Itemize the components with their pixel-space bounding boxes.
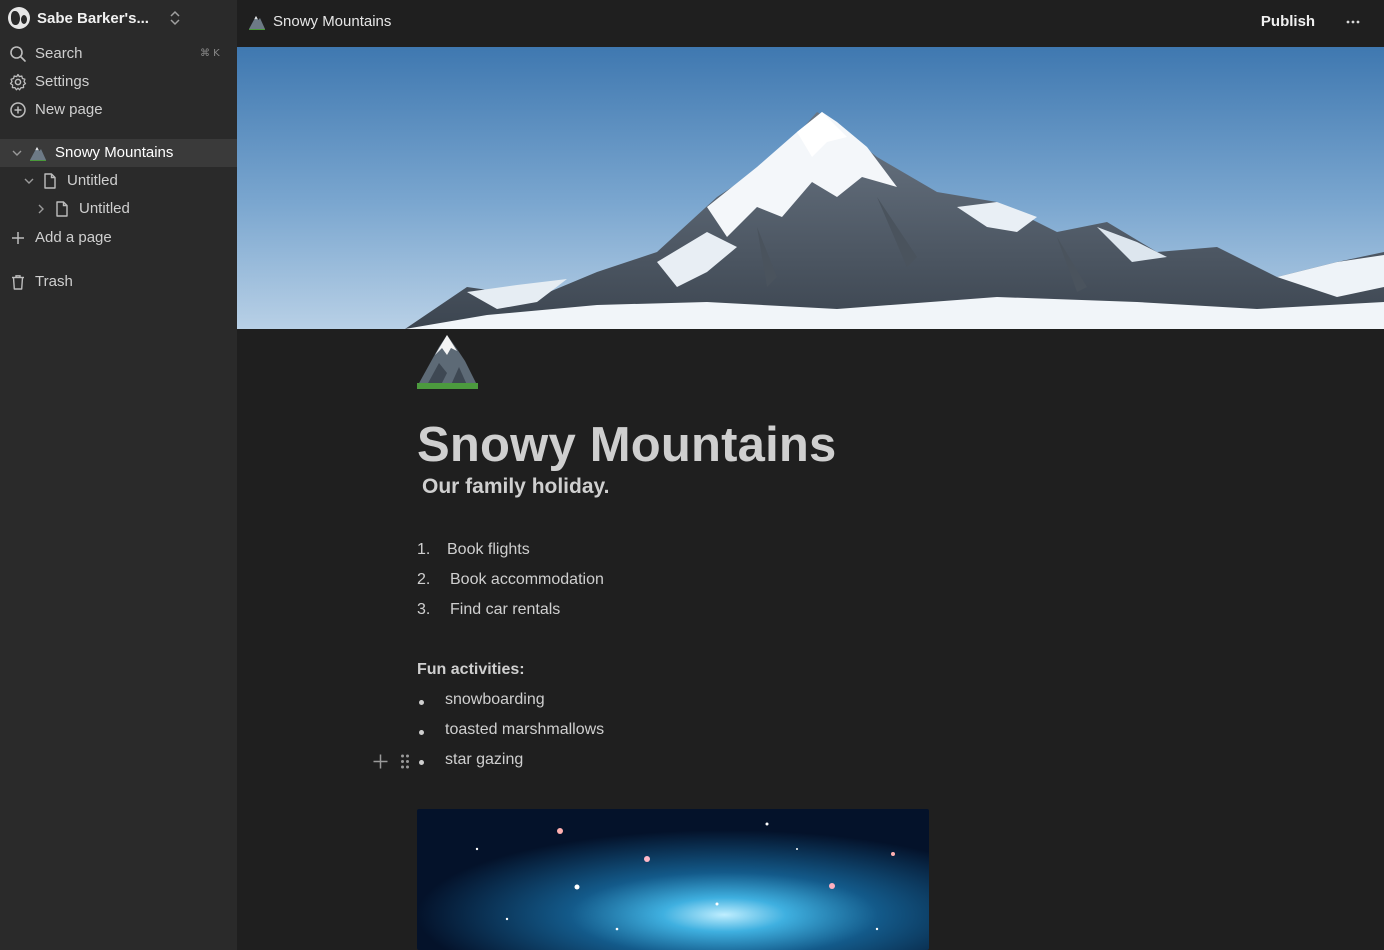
tree-item-label: Untitled bbox=[67, 172, 118, 189]
activities-heading[interactable]: Fun activities: bbox=[417, 661, 525, 679]
bullet-list-item[interactable]: snowboarding bbox=[417, 691, 667, 715]
page-icon bbox=[56, 201, 68, 217]
bullet-list-item[interactable]: star gazing bbox=[417, 751, 667, 775]
workspace-avatar bbox=[8, 7, 30, 29]
workspace-name: Sabe Barker's... bbox=[37, 9, 149, 27]
list-number: 2. bbox=[417, 571, 431, 588]
breadcrumb[interactable]: Snowy Mountains bbox=[273, 13, 391, 30]
top-bar: Snowy Mountains Publish bbox=[237, 0, 1384, 47]
chevron-up-down-icon bbox=[170, 10, 180, 26]
plus-icon bbox=[12, 232, 24, 244]
tree-item-label: Untitled bbox=[79, 200, 130, 217]
add-block-icon[interactable] bbox=[372, 753, 389, 770]
cover-image[interactable] bbox=[237, 47, 1384, 329]
plus-circle-icon bbox=[10, 102, 26, 118]
gear-icon bbox=[9, 73, 27, 91]
mountain-icon bbox=[30, 147, 46, 161]
mountain-icon bbox=[249, 16, 265, 30]
tree-item-untitled-child[interactable]: Untitled bbox=[0, 195, 237, 223]
bullet-dot bbox=[419, 760, 424, 765]
page-icon bbox=[44, 173, 56, 189]
chevron-right-icon[interactable] bbox=[35, 203, 47, 215]
search-icon bbox=[10, 46, 26, 62]
bullet-list-item[interactable]: toasted marshmallows bbox=[417, 721, 667, 745]
sidebar-add-page[interactable]: Add a page bbox=[0, 223, 237, 251]
list-number: 1. bbox=[417, 541, 431, 558]
add-page-label: Add a page bbox=[35, 228, 112, 246]
page-title[interactable]: Snowy Mountains bbox=[417, 417, 837, 473]
chevron-down-icon[interactable] bbox=[23, 175, 35, 187]
trash-icon bbox=[12, 275, 24, 290]
page-emoji-mountain-icon[interactable] bbox=[417, 333, 478, 389]
galaxy-image[interactable] bbox=[417, 809, 929, 950]
numbered-list-item[interactable]: 1. Book flights bbox=[417, 541, 667, 565]
settings-label: Settings bbox=[35, 72, 90, 90]
search-label: Search bbox=[35, 44, 83, 62]
list-number: 3. bbox=[417, 601, 431, 618]
list-item-text: Find car rentals bbox=[450, 601, 561, 618]
list-item-text: snowboarding bbox=[445, 691, 545, 708]
bullet-dot bbox=[419, 730, 424, 735]
sidebar-trash[interactable]: Trash bbox=[0, 267, 237, 295]
sidebar-settings[interactable]: Settings bbox=[0, 67, 237, 95]
list-item-text: Book flights bbox=[447, 541, 530, 558]
page-subtitle[interactable]: Our family holiday. bbox=[422, 475, 609, 499]
sidebar: Sabe Barker's... Search ⌘ K Settings New… bbox=[0, 0, 237, 950]
workspace-switcher[interactable]: Sabe Barker's... bbox=[0, 0, 237, 36]
trash-label: Trash bbox=[35, 272, 73, 290]
tree-item-snowy-mountains[interactable]: Snowy Mountains bbox=[0, 139, 237, 167]
tree-item-label: Snowy Mountains bbox=[55, 144, 174, 161]
drag-handle-icon[interactable] bbox=[399, 753, 411, 770]
bullet-dot bbox=[419, 700, 424, 705]
list-item-text: toasted marshmallows bbox=[445, 721, 605, 738]
list-item-text: star gazing bbox=[445, 751, 524, 768]
chevron-down-icon[interactable] bbox=[11, 147, 23, 159]
numbered-list-item[interactable]: 3. Find car rentals bbox=[417, 601, 667, 625]
sidebar-new-page[interactable]: New page bbox=[0, 95, 237, 123]
search-shortcut: ⌘ K bbox=[200, 47, 220, 59]
sidebar-search[interactable]: Search ⌘ K bbox=[0, 39, 237, 67]
list-item-text: Book accommodation bbox=[450, 571, 604, 588]
more-horizontal-icon[interactable] bbox=[1342, 9, 1364, 35]
numbered-list-item[interactable]: 2. Book accommodation bbox=[417, 571, 667, 595]
publish-button[interactable]: Publish bbox=[1257, 9, 1319, 35]
new-page-label: New page bbox=[35, 100, 103, 118]
tree-item-untitled[interactable]: Untitled bbox=[0, 167, 237, 195]
